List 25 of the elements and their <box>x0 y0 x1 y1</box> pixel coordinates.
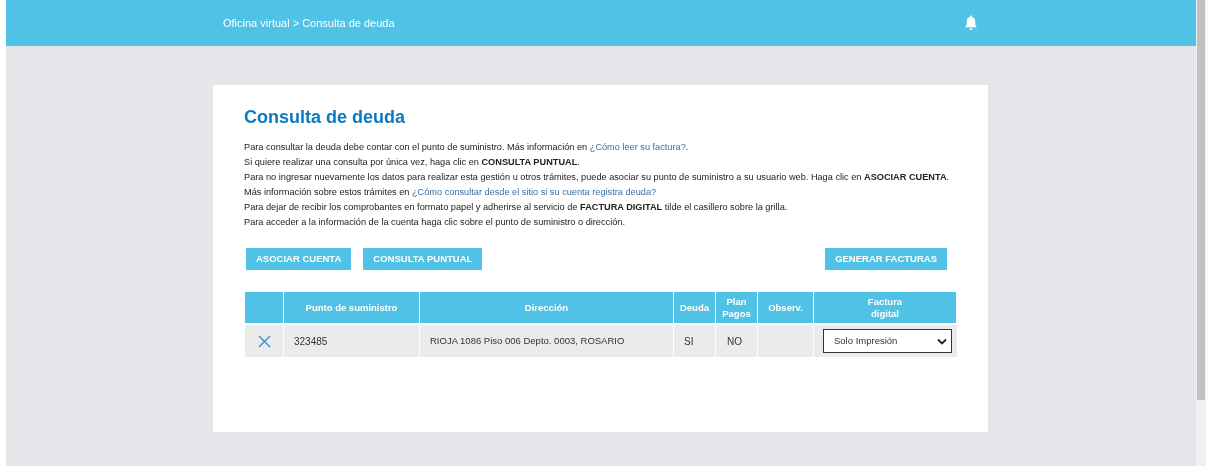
close-icon[interactable] <box>257 334 271 348</box>
table-cell[interactable]: 323485 <box>284 325 420 357</box>
info-text: Si quiere realizar una consulta por única vez, haga clic en CONSULTA PUNTUAL. <box>244 156 581 169</box>
table-cell[interactable]: RIOJA 1086 Piso 006 Depto. 0003, ROSARIO <box>420 325 674 357</box>
column-header: Factura digital <box>814 292 957 323</box>
breadcrumb: Oficina virtual > Consulta de deuda <box>223 15 395 31</box>
column-header: Deuda <box>674 292 716 323</box>
select-field[interactable]: Solo Impresión <box>823 329 952 353</box>
help-link[interactable]: ¿Cómo consultar desde el sitio si su cuenta registra deuda? <box>412 187 657 197</box>
column-header: Plan Pagos <box>716 292 758 323</box>
scrollbar-thumb[interactable] <box>1197 0 1205 400</box>
info-text: Para consultar la deuda debe contar con el punto de suministro. Más información en ¿Cómo leer su factura?. <box>244 141 690 154</box>
chevron-down-icon <box>937 337 947 345</box>
column-header: Dirección <box>420 292 674 323</box>
column-header: Punto de suministro <box>284 292 420 323</box>
column-header: Observ. <box>758 292 814 323</box>
info-text: Para acceder a la información de la cuenta haga clic sobre el punto de suministro o dirección. <box>244 216 626 229</box>
bell-icon[interactable] <box>964 15 978 31</box>
help-link[interactable]: ¿Cómo leer su factura? <box>589 142 686 152</box>
info-text: Más información sobre estos trámites en ¿Cómo consultar desde el sitio si su cuenta registra deuda? <box>244 186 658 199</box>
table-cell: SI <box>674 325 716 357</box>
table-cell: NO <box>716 325 758 357</box>
page-title: Consulta de deuda <box>244 106 406 129</box>
info-text: Para dejar de recibir los comprobantes en formato papel y adherirse al servicio de FACTURA DIGITAL tilde el casillero sobre la grilla. <box>244 201 789 214</box>
info-text: Para no ingresar nuevamente los datos para realizar esta gestión u otros trámites, puede asociar su punto de suministro a su usuario web. Haga clic en ASOCIAR CUENTA. <box>244 171 951 184</box>
